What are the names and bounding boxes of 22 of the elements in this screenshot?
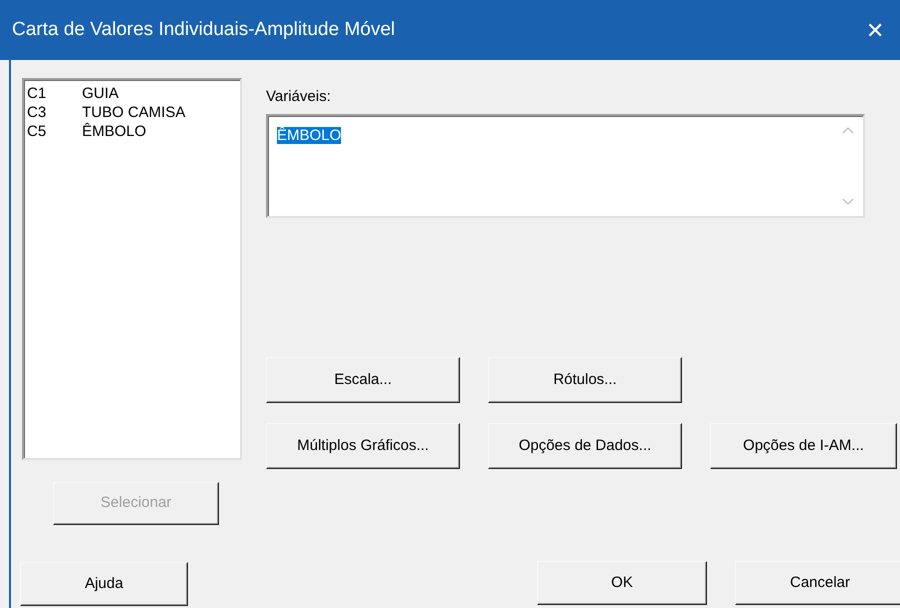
ok-button[interactable]: OK	[537, 561, 707, 605]
variables-field[interactable]: ÊMBOLO	[266, 114, 865, 218]
column-name: GUIA	[82, 84, 119, 103]
column-id: C3	[27, 103, 48, 122]
column-id: C5	[27, 122, 48, 141]
column-id: C1	[27, 84, 48, 103]
option-button[interactable]: Opções de Dados...	[488, 423, 682, 469]
help-button[interactable]: Ajuda	[20, 562, 188, 606]
variables-label: Variáveis:	[266, 88, 331, 106]
scroll-up-icon[interactable]	[842, 126, 854, 134]
variable-value: ÊMBOLO	[277, 127, 342, 144]
scroll-down-icon[interactable]	[842, 198, 854, 206]
window-title: Carta de Valores Individuais-Amplitude Móvel	[12, 18, 395, 42]
column-name: TUBO CAMISA	[82, 103, 186, 122]
option-button[interactable]: Múltiplos Gráficos...	[266, 423, 460, 469]
column-list[interactable]: C1 GUIA C3 TUBO CAMISA C5 ÊMBOLO	[22, 78, 242, 460]
column-name: ÊMBOLO	[82, 122, 146, 141]
option-button[interactable]: Opções de I-AM...	[710, 423, 897, 469]
option-button[interactable]: Rótulos...	[488, 357, 682, 403]
option-button[interactable]: Escala...	[266, 357, 460, 403]
cancel-button[interactable]: Cancelar	[735, 561, 900, 605]
close-button[interactable]: ✕	[850, 10, 900, 50]
